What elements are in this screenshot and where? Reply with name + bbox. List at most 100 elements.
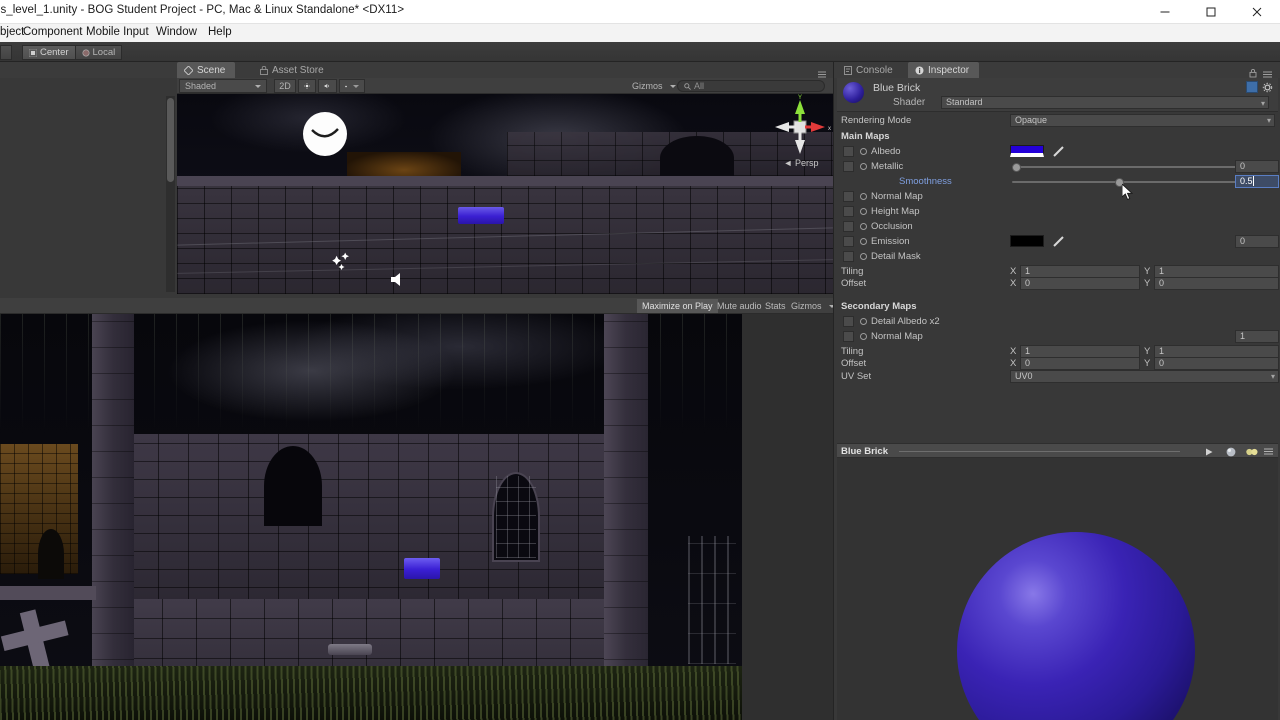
scene-audio-toggle[interactable] (318, 79, 337, 93)
scene-particle-gizmo[interactable] (329, 247, 357, 275)
scene-panel-menu[interactable] (818, 66, 828, 78)
game-view[interactable]: SCORE : 984576 LEVEL 1 BALLS : 10 (0, 314, 742, 720)
emission-eyedropper-icon[interactable] (1052, 235, 1066, 248)
menu-item-gameobject[interactable]: bject (0, 26, 24, 38)
scene-audio-gizmo[interactable] (387, 270, 406, 289)
secondary-normal-value-field[interactable]: 1 (1235, 330, 1279, 343)
minimize-button[interactable] (1142, 0, 1188, 24)
menu-bar: bject Component Mobile Input Window Help (0, 24, 1280, 42)
emission-texture-slot[interactable] (843, 236, 854, 247)
close-button[interactable] (1234, 0, 1280, 24)
shader-dropdown[interactable]: Standard ▾ (941, 96, 1269, 109)
scene-gizmos-label: Gizmos (632, 81, 663, 91)
game-gizmos-dropdown[interactable]: Gizmos (786, 299, 840, 313)
secondary-normal-label: Normal Map (871, 331, 923, 342)
tab-asset-store[interactable]: Asset Store (253, 62, 334, 78)
material-thumbnail (843, 82, 864, 103)
scene-blue-brick[interactable] (458, 207, 504, 224)
inspector-menu-button[interactable] (1263, 66, 1275, 78)
uv-set-dropdown[interactable]: UV0 ▾ (1010, 370, 1279, 383)
play-icon (1206, 448, 1213, 455)
rendering-mode-dropdown[interactable]: Opaque ▾ (1010, 114, 1275, 127)
game-blue-brick[interactable] (404, 558, 440, 579)
search-icon (684, 82, 691, 90)
2d-toggle-button[interactable]: 2D (274, 79, 296, 93)
metallic-property-toggle[interactable] (860, 163, 867, 170)
height-map-property-toggle[interactable] (860, 208, 867, 215)
albedo-eyedropper-icon[interactable] (1052, 145, 1066, 158)
scene-panel: Scene Asset Store Shaded 2D Gizmos All Y… (0, 62, 833, 360)
row-detail-albedo: Detail Albedo x2 (834, 314, 1280, 329)
material-preview-viewport[interactable] (837, 458, 1278, 720)
pivot-center-label: Center (40, 47, 69, 58)
game-gizmos-label: Gizmos (791, 301, 822, 311)
scene-axis-gizmo[interactable]: Y x ◄ Persp (769, 94, 833, 176)
smoothness-slider[interactable] (1012, 177, 1237, 187)
scene-gizmos-dropdown[interactable]: Gizmos (632, 79, 676, 93)
preview-title: Blue Brick (841, 446, 888, 457)
row-main-maps: Main Maps (834, 129, 1280, 144)
menu-item-window[interactable]: Window (156, 26, 197, 38)
preview-menu-button[interactable] (1262, 445, 1278, 458)
emission-property-toggle[interactable] (860, 238, 867, 245)
sec-tiling-x-value: 1 (1025, 346, 1031, 356)
scene-lighting-toggle[interactable] (298, 79, 316, 93)
emission-color-swatch[interactable] (1010, 235, 1044, 247)
menu-item-mobile-input[interactable]: Mobile Input (86, 26, 149, 38)
tab-scene[interactable]: Scene (177, 62, 236, 78)
scene-search-input[interactable]: All (677, 80, 825, 92)
inspector-settings-button[interactable] (1262, 81, 1275, 93)
rendering-mode-label: Rendering Mode (841, 115, 912, 126)
metallic-texture-slot[interactable] (843, 161, 854, 172)
normal-map-property-toggle[interactable] (860, 193, 867, 200)
tab-inspector[interactable]: Inspector (908, 62, 980, 78)
scene-wall-ledge (177, 176, 833, 186)
offset-x-field[interactable]: 0 (1020, 277, 1140, 290)
preview-play-button[interactable] (1201, 445, 1217, 458)
secondary-normal-property-toggle[interactable] (860, 333, 867, 340)
offset-y-field[interactable]: 0 (1154, 277, 1279, 290)
tab-console[interactable]: Console (837, 62, 903, 78)
maximize-button[interactable] (1188, 0, 1234, 24)
hand-tool-button[interactable] (0, 45, 12, 60)
albedo-property-toggle[interactable] (860, 148, 867, 155)
mute-audio-button[interactable]: Mute audio (712, 299, 767, 313)
maximize-on-play-button[interactable]: Maximize on Play (637, 299, 718, 313)
metallic-slider[interactable] (1012, 162, 1237, 172)
smoothness-value-field[interactable]: 0.5 (1235, 175, 1279, 188)
scene-arch-hole (660, 136, 734, 180)
preview-sphere-button[interactable] (1223, 445, 1239, 458)
scene-light-gizmo[interactable] (303, 112, 347, 156)
detail-mask-texture-slot[interactable] (843, 251, 854, 262)
normal-map-texture-slot[interactable] (843, 191, 854, 202)
tiling-x-value: 1 (1025, 266, 1031, 276)
scene-view[interactable]: Y x ◄ Persp (177, 94, 833, 294)
preview-lighting-button[interactable] (1244, 445, 1260, 458)
menu-item-component[interactable]: Component (23, 26, 82, 38)
material-preview-toggle[interactable] (1246, 81, 1258, 93)
scene-effects-dropdown[interactable] (339, 79, 365, 93)
occlusion-texture-slot[interactable] (843, 221, 854, 232)
tab-asset-store-label: Asset Store (272, 64, 324, 76)
detail-albedo-property-toggle[interactable] (860, 318, 867, 325)
game-arch-window (264, 446, 322, 526)
maximize-on-play-label: Maximize on Play (642, 301, 713, 311)
emission-value-field[interactable]: 0 (1235, 235, 1279, 248)
detail-albedo-texture-slot[interactable] (843, 316, 854, 327)
detail-mask-property-toggle[interactable] (860, 253, 867, 260)
draw-mode-dropdown[interactable]: Shaded (179, 79, 267, 93)
scene-vertical-scrollbar[interactable] (166, 96, 175, 292)
albedo-texture-slot[interactable] (843, 146, 854, 157)
menu-item-help[interactable]: Help (208, 26, 232, 38)
game-paddle[interactable] (328, 644, 372, 655)
mouse-cursor (1121, 182, 1134, 202)
secondary-normal-texture-slot[interactable] (843, 331, 854, 342)
pivot-center-button[interactable]: Center (22, 45, 75, 60)
albedo-color-swatch[interactable] (1010, 145, 1044, 157)
pivot-rotation-button[interactable]: Local (74, 45, 123, 60)
emission-value: 0 (1240, 236, 1246, 246)
occlusion-property-toggle[interactable] (860, 223, 867, 230)
inspector-lock-button[interactable] (1248, 65, 1258, 78)
height-map-texture-slot[interactable] (843, 206, 854, 217)
metallic-value-field[interactable]: 0 (1235, 160, 1279, 173)
